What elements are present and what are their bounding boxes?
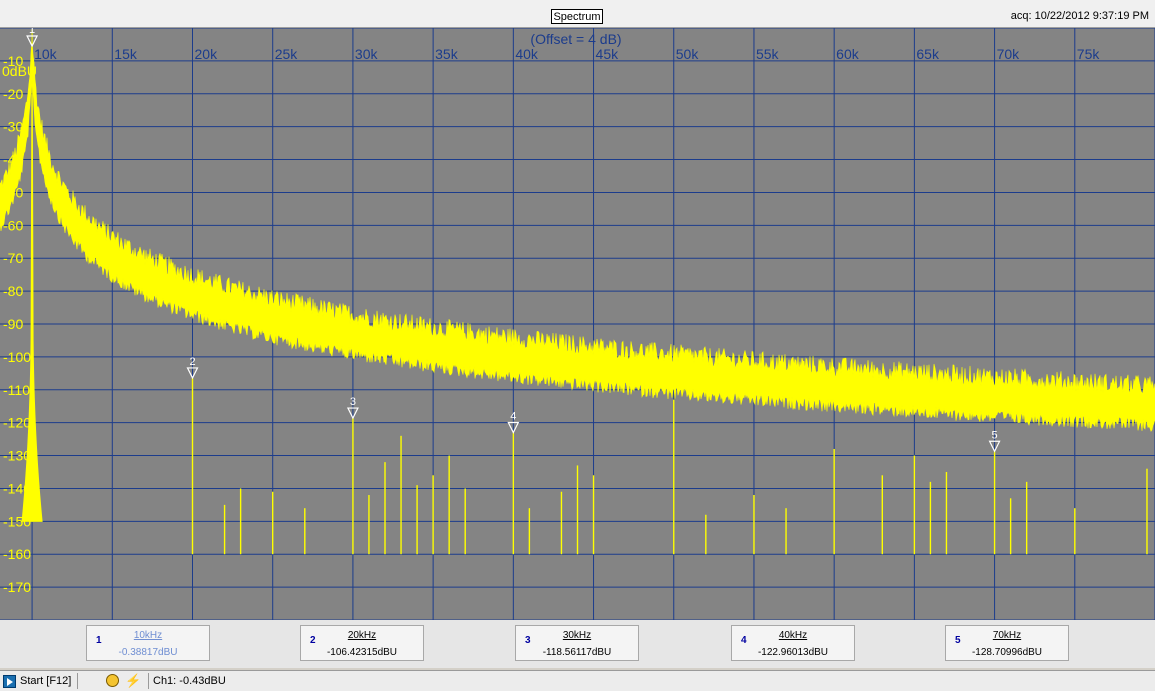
y-tick-label: -70 bbox=[3, 250, 23, 266]
marker-readout-4[interactable]: 4 40kHz -122.96013dBU bbox=[731, 625, 855, 661]
marker-number: 2 bbox=[189, 356, 195, 368]
probe-icon[interactable]: ⚡ bbox=[125, 673, 141, 689]
x-tick-label: 40k bbox=[515, 46, 539, 62]
x-tick-label: 45k bbox=[596, 46, 620, 62]
x-tick-label: 50k bbox=[676, 46, 700, 62]
x-tick-label: 65k bbox=[916, 46, 940, 62]
status-bar: Start [F12] ⚡ Ch1: -0.43dBU bbox=[0, 670, 1155, 691]
marker-readout-2[interactable]: 2 20kHz -106.42315dBU bbox=[300, 625, 424, 661]
marker-readout-panel: 1 10kHz -0.38817dBU 2 20kHz -106.42315dBU 3 30k… bbox=[0, 620, 1155, 668]
marker-readout-frequency[interactable]: 70kHz bbox=[946, 630, 1068, 641]
marker-readout-level: -0.38817dBU bbox=[118, 647, 178, 658]
y-tick-label: -110 bbox=[3, 382, 30, 398]
spectrum-chart[interactable]: 10k 15k 20k 25k 30k 35k 40k 45k 50k 55k 60k 65k 70k 7… bbox=[0, 28, 1155, 620]
start-button[interactable]: Start [F12] bbox=[3, 673, 79, 689]
spectrum-trace bbox=[0, 29, 1155, 555]
marker-readout-level: -128.70996dBU bbox=[971, 647, 1043, 658]
channel-readout: Ch1: -0.43dBU bbox=[148, 673, 226, 689]
x-tick-label: 55k bbox=[756, 46, 780, 62]
window-title: Spectrum bbox=[551, 9, 603, 24]
y-tick-label: -60 bbox=[3, 217, 23, 233]
x-tick-label: 35k bbox=[435, 46, 459, 62]
marker-readout-frequency[interactable]: 30kHz bbox=[516, 630, 638, 641]
marker-readout-frequency[interactable]: 40kHz bbox=[732, 630, 854, 641]
marker-number: 1 bbox=[29, 28, 35, 36]
marker-readout-3[interactable]: 3 30kHz -118.56117dBU bbox=[515, 625, 639, 661]
spectrum-plot-area[interactable]: 10k 15k 20k 25k 30k 35k 40k 45k 50k 55k 60k 65k 70k 7… bbox=[0, 28, 1155, 620]
y-tick-label: -90 bbox=[3, 316, 23, 332]
x-tick-label: 30k bbox=[355, 46, 379, 62]
y-tick-label: -170 bbox=[3, 579, 31, 595]
marker-number: 3 bbox=[350, 396, 356, 408]
y-tick-label: -20 bbox=[3, 86, 23, 102]
start-button-label: Start [F12] bbox=[20, 675, 72, 687]
title-bar: Spectrum acq: 10/22/2012 9:37:19 PM bbox=[0, 0, 1155, 28]
x-tick-label: 70k bbox=[997, 46, 1021, 62]
y-tick-label: -80 bbox=[3, 283, 23, 299]
play-icon bbox=[3, 674, 16, 688]
offset-label: (Offset = 4 dB) bbox=[530, 31, 621, 47]
marker-number: 4 bbox=[510, 411, 516, 423]
acquisition-timestamp: acq: 10/22/2012 9:37:19 PM bbox=[1010, 10, 1149, 22]
noise-floor bbox=[0, 40, 1155, 432]
y-tick-label: -120 bbox=[3, 415, 31, 431]
y-tick-label: -160 bbox=[3, 546, 31, 562]
marker-readout-frequency[interactable]: 10kHz bbox=[87, 630, 209, 641]
marker-readout-frequency[interactable]: 20kHz bbox=[301, 630, 423, 641]
x-tick-label: 10k bbox=[34, 46, 58, 62]
y-tick-label: -100 bbox=[3, 349, 31, 365]
marker-readout-level: -106.42315dBU bbox=[326, 647, 398, 658]
clock-icon[interactable] bbox=[106, 674, 119, 687]
marker-number: 5 bbox=[992, 429, 998, 441]
x-tick-label: 75k bbox=[1077, 46, 1101, 62]
x-tick-label: 20k bbox=[195, 46, 219, 62]
x-tick-label: 25k bbox=[275, 46, 299, 62]
marker-readout-5[interactable]: 5 70kHz -128.70996dBU bbox=[945, 625, 1069, 661]
y-unit-label: 0dBU bbox=[2, 63, 37, 79]
marker-readout-1[interactable]: 1 10kHz -0.38817dBU bbox=[86, 625, 210, 661]
x-tick-labels: 10k 15k 20k 25k 30k 35k 40k 45k 50k 55k 60k 65k 70k 7… bbox=[34, 46, 1100, 62]
marker-readout-level: -118.56117dBU bbox=[542, 647, 612, 658]
x-tick-label: 60k bbox=[836, 46, 860, 62]
x-tick-label: 15k bbox=[114, 46, 138, 62]
marker-readout-level: -122.96013dBU bbox=[757, 647, 829, 658]
